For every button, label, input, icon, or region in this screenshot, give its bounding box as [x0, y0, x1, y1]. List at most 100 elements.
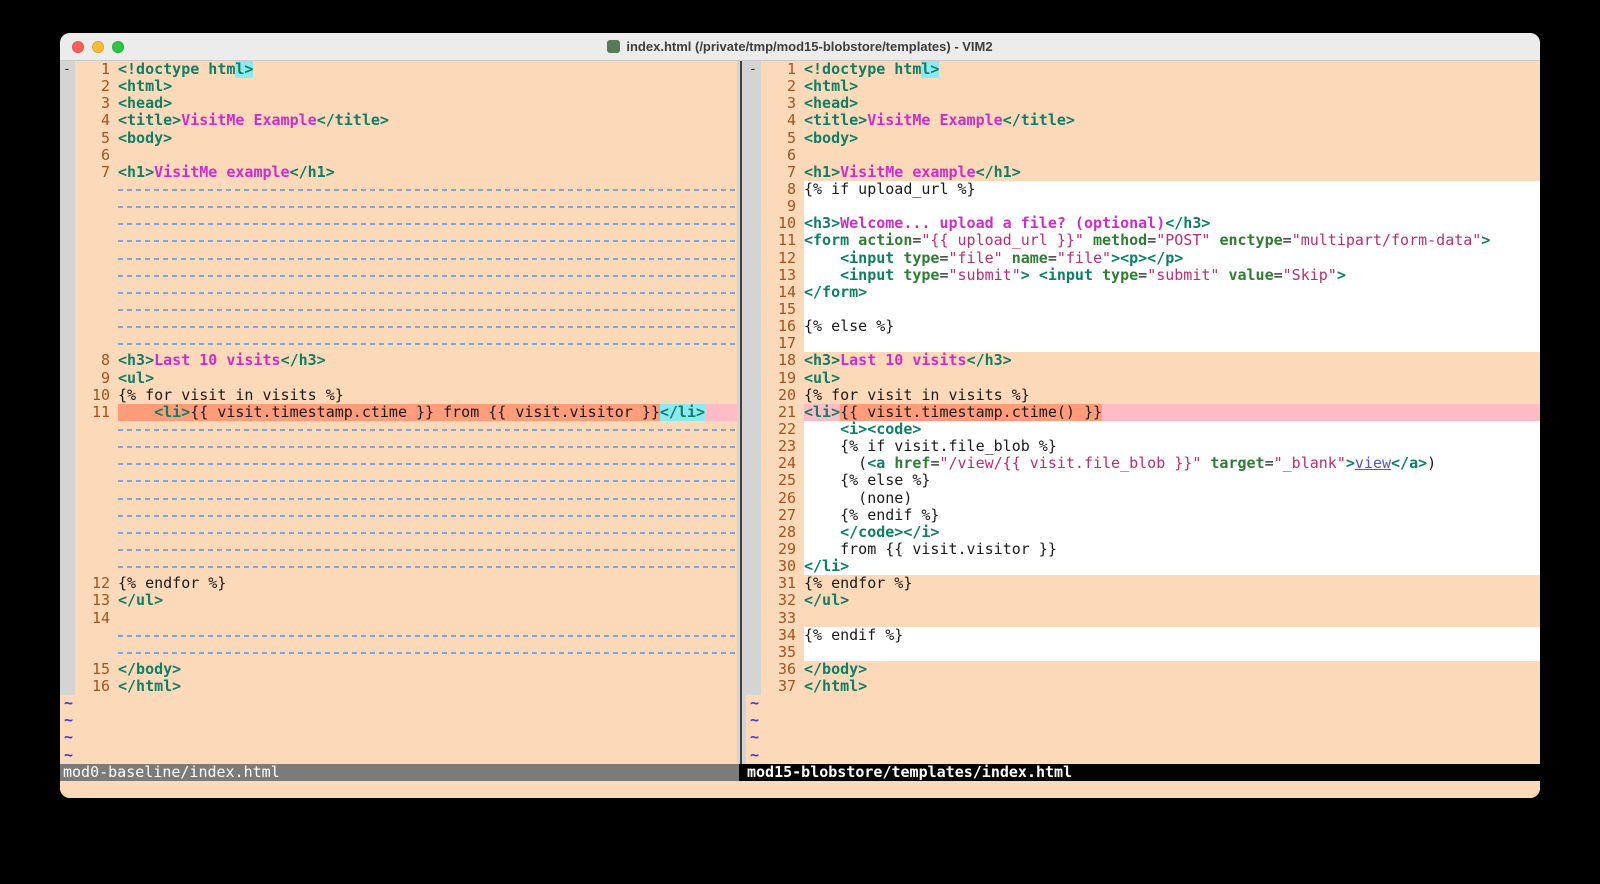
code-line-text[interactable]: {% for visit in visits %} — [118, 387, 737, 404]
pane-left-baseline[interactable]: -1<!doctype html>2<html>3<head>4<title>V… — [60, 61, 737, 764]
code-line-text[interactable]: </ul> — [118, 592, 737, 609]
code-line-text[interactable] — [804, 335, 1540, 352]
code-line[interactable]: 32</ul> — [746, 592, 1540, 609]
code-line-text[interactable]: <html> — [804, 78, 1540, 95]
code-line[interactable]: 36</body> — [746, 661, 1540, 678]
code-line-text[interactable] — [118, 610, 737, 627]
code-line[interactable]: 18<h3>Last 10 visits</h3> — [746, 352, 1540, 369]
code-line[interactable]: 17 — [746, 335, 1540, 352]
code-line-text[interactable]: {% for visit in visits %} — [804, 387, 1540, 404]
code-line-text[interactable]: (<a href="/view/{{ visit.file_blob }}" t… — [804, 455, 1540, 472]
code-line-text[interactable]: <h3>Last 10 visits</h3> — [804, 352, 1540, 369]
diff-filler-row[interactable] — [60, 198, 737, 215]
diff-filler-line[interactable] — [118, 627, 737, 644]
code-line-text[interactable]: {% endif %} — [804, 507, 1540, 524]
code-line[interactable]: 37</html> — [746, 678, 1540, 695]
diff-filler-row[interactable] — [60, 181, 737, 198]
code-line[interactable]: 4<title>VisitMe Example</title> — [60, 112, 737, 129]
code-line-text[interactable]: <input type="file" name="file"><p></p> — [804, 250, 1540, 267]
code-line-text[interactable]: </code></i> — [804, 524, 1540, 541]
code-line[interactable]: 31{% endfor %} — [746, 575, 1540, 592]
diff-filler-row[interactable] — [60, 490, 737, 507]
code-line-text[interactable]: <form action="{{ upload_url }}" method="… — [804, 232, 1540, 249]
code-line[interactable]: 33 — [746, 610, 1540, 627]
diff-filler-line[interactable] — [118, 267, 737, 284]
diff-filler-row[interactable] — [60, 524, 737, 541]
code-line[interactable]: 4<title>VisitMe Example</title> — [746, 112, 1540, 129]
vertical-split-separator[interactable] — [737, 61, 746, 764]
code-line-text[interactable]: <ul> — [118, 370, 737, 387]
code-line[interactable]: 9<ul> — [60, 370, 737, 387]
code-line-text[interactable]: <title>VisitMe Example</title> — [804, 112, 1540, 129]
code-line[interactable]: 30</li> — [746, 558, 1540, 575]
code-line[interactable]: 11 <li>{{ visit.timestamp.ctime }} from … — [60, 404, 737, 421]
code-line[interactable]: 21<li>{{ visit.timestamp.ctime() }} — [746, 404, 1540, 421]
code-line-text[interactable]: {% endfor %} — [118, 575, 737, 592]
code-line[interactable]: 7<h1>VisitMe example</h1> — [746, 164, 1540, 181]
diff-filler-line[interactable] — [118, 455, 737, 472]
diff-filler-line[interactable] — [118, 198, 737, 215]
code-line-text[interactable]: from {{ visit.visitor }} — [804, 541, 1540, 558]
window-titlebar[interactable]: index.html (/private/tmp/mod15-blobstore… — [60, 33, 1540, 61]
code-line-text[interactable]: (none) — [804, 490, 1540, 507]
diff-filler-row[interactable] — [60, 644, 737, 661]
code-line-text[interactable] — [804, 301, 1540, 318]
code-line[interactable]: -1<!doctype html> — [60, 61, 737, 78]
code-line[interactable]: 28 </code></i> — [746, 524, 1540, 541]
code-line-text[interactable]: {% endif %} — [804, 627, 1540, 644]
code-line-text[interactable]: <head> — [118, 95, 737, 112]
code-line-text[interactable]: </li> — [804, 558, 1540, 575]
code-line[interactable]: 6 — [60, 147, 737, 164]
code-line[interactable]: 13</ul> — [60, 592, 737, 609]
code-line[interactable]: 3<head> — [60, 95, 737, 112]
code-line-text[interactable]: <h1>VisitMe example</h1> — [118, 164, 737, 181]
code-line-text[interactable]: {% if upload_url %} — [804, 181, 1540, 198]
code-line[interactable]: 12 <input type="file" name="file"><p></p… — [746, 250, 1540, 267]
code-line-text[interactable]: <body> — [804, 130, 1540, 147]
code-line-text[interactable]: </form> — [804, 284, 1540, 301]
code-line-text[interactable]: <h3>Last 10 visits</h3> — [118, 352, 737, 369]
diff-filler-row[interactable] — [60, 215, 737, 232]
code-line-text[interactable]: <li>{{ visit.timestamp.ctime() }} — [804, 404, 1540, 421]
diff-filler-row[interactable] — [60, 507, 737, 524]
code-line-text[interactable]: </html> — [118, 678, 737, 695]
code-line-text[interactable]: {% else %} — [804, 472, 1540, 489]
code-line-text[interactable]: <h1>VisitMe example</h1> — [804, 164, 1540, 181]
code-line-text[interactable]: <li>{{ visit.timestamp.ctime }} from {{ … — [118, 404, 737, 421]
command-line[interactable] — [60, 781, 1540, 798]
diff-filler-line[interactable] — [118, 541, 737, 558]
diff-filler-line[interactable] — [118, 438, 737, 455]
diff-filler-line[interactable] — [118, 181, 737, 198]
diff-filler-line[interactable] — [118, 301, 737, 318]
code-line[interactable]: 34{% endif %} — [746, 627, 1540, 644]
code-line[interactable]: 10<h3>Welcome... upload a file? (optiona… — [746, 215, 1540, 232]
code-line[interactable]: 11<form action="{{ upload_url }}" method… — [746, 232, 1540, 249]
diff-filler-line[interactable] — [118, 232, 737, 249]
code-line[interactable]: 16</html> — [60, 678, 737, 695]
code-line[interactable]: 15</body> — [60, 661, 737, 678]
code-line-text[interactable]: <h3>Welcome... upload a file? (optional)… — [804, 215, 1540, 232]
diff-filler-row[interactable] — [60, 250, 737, 267]
code-line[interactable]: 8{% if upload_url %} — [746, 181, 1540, 198]
code-line-text[interactable] — [804, 198, 1540, 215]
code-line[interactable]: 5<body> — [746, 130, 1540, 147]
diff-filler-row[interactable] — [60, 267, 737, 284]
diff-filler-row[interactable] — [60, 438, 737, 455]
code-line-text[interactable]: <head> — [804, 95, 1540, 112]
code-line[interactable]: 8<h3>Last 10 visits</h3> — [60, 352, 737, 369]
diff-filler-line[interactable] — [118, 490, 737, 507]
code-line[interactable]: 35 — [746, 644, 1540, 661]
code-line[interactable]: 3<head> — [746, 95, 1540, 112]
code-line-text[interactable]: <i><code> — [804, 421, 1540, 438]
diff-filler-line[interactable] — [118, 558, 737, 575]
code-line-text[interactable]: <body> — [118, 130, 737, 147]
code-line[interactable]: 27 {% endif %} — [746, 507, 1540, 524]
code-line[interactable]: 26 (none) — [746, 490, 1540, 507]
code-line-text[interactable] — [118, 147, 737, 164]
code-line[interactable]: 20{% for visit in visits %} — [746, 387, 1540, 404]
code-line-text[interactable] — [804, 610, 1540, 627]
code-line[interactable]: 19<ul> — [746, 370, 1540, 387]
code-line[interactable]: 29 from {{ visit.visitor }} — [746, 541, 1540, 558]
zoom-button[interactable] — [112, 41, 124, 53]
code-line[interactable]: 2<html> — [60, 78, 737, 95]
